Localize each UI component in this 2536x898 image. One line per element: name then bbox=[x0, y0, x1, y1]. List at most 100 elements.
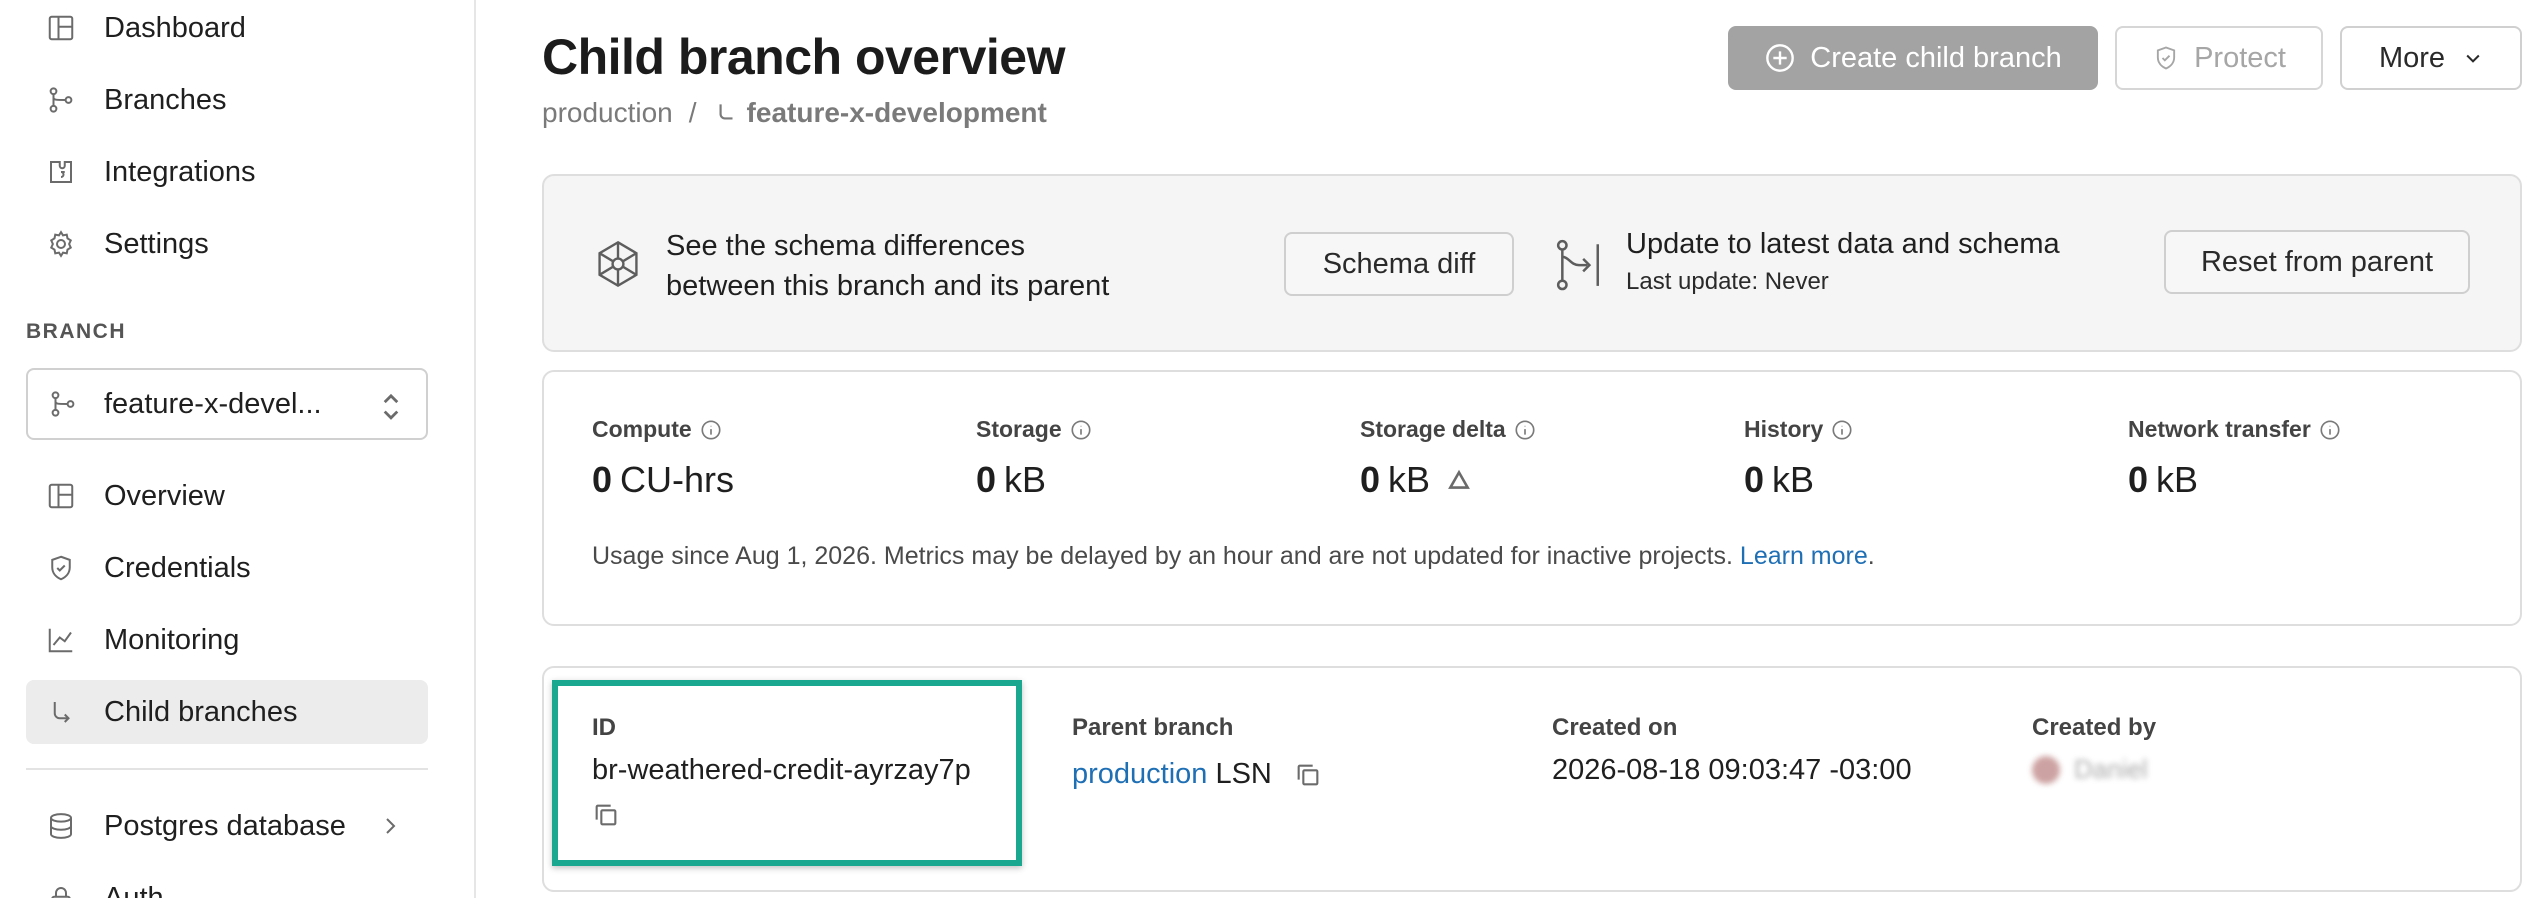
metric-unit: kB bbox=[2156, 459, 2199, 500]
chart-icon bbox=[44, 623, 78, 657]
grid-icon bbox=[44, 479, 78, 513]
parent-branch-field: Parent branch production LSN bbox=[1072, 714, 1322, 791]
protect-label: Protect bbox=[2194, 41, 2286, 74]
sidebar-item-integrations[interactable]: Integrations bbox=[26, 140, 428, 204]
metric-network-transfer: Network transfer 0 kB bbox=[2128, 416, 2341, 501]
sidebar-item-label: Auth bbox=[104, 881, 164, 898]
parent-branch-label: Parent branch bbox=[1072, 714, 1234, 741]
created-on-label: Created on bbox=[1552, 714, 1678, 741]
schema-diff-button[interactable]: Schema diff bbox=[1284, 232, 1514, 296]
breadcrumb-current-label: feature-x-development bbox=[746, 97, 1047, 128]
usage-card: Compute 0 CU-hrs Storage 0 kB Storage delt… bbox=[542, 370, 2522, 626]
sidebar-item-auth[interactable]: Auth bbox=[26, 866, 428, 898]
create-child-branch-button[interactable]: Create child branch bbox=[1728, 26, 2098, 90]
info-icon[interactable] bbox=[1070, 419, 1092, 441]
more-button[interactable]: More bbox=[2340, 26, 2522, 90]
branch-icon bbox=[48, 389, 78, 419]
sidebar-item-label: Monitoring bbox=[104, 623, 240, 656]
sidebar-item-dashboard[interactable]: Dashboard bbox=[26, 0, 428, 60]
shield-icon bbox=[44, 551, 78, 585]
metric-label: Compute bbox=[592, 416, 692, 442]
child-branch-icon bbox=[719, 104, 733, 120]
sidebar-item-overview[interactable]: Overview bbox=[26, 464, 428, 528]
usage-note-text: Usage since Aug 1, 2026. Metrics may be … bbox=[592, 542, 1733, 570]
info-icon[interactable] bbox=[700, 419, 722, 441]
child-branch-icon bbox=[44, 695, 78, 729]
metric-storage: Storage 0 kB bbox=[976, 416, 1092, 501]
parent-lsn: LSN bbox=[1215, 758, 1272, 790]
delta-icon bbox=[1448, 469, 1470, 489]
sidebar-item-settings[interactable]: Settings bbox=[26, 212, 428, 276]
more-label: More bbox=[2378, 41, 2446, 74]
info-icon[interactable] bbox=[1831, 419, 1853, 441]
copy-icon[interactable] bbox=[592, 801, 620, 829]
branch-section-label: BRANCH bbox=[26, 320, 126, 343]
metric-value: 0 bbox=[2128, 459, 2149, 500]
sidebar-item-child-branches[interactable]: Child branches bbox=[26, 680, 428, 744]
update-title: Update to latest data and schema bbox=[1626, 228, 2060, 260]
breadcrumb-parent-link[interactable]: production bbox=[542, 97, 673, 129]
branch-selector-value: feature-x-devel... bbox=[104, 387, 322, 420]
avatar bbox=[2032, 755, 2060, 784]
breadcrumb: production / feature-x-development bbox=[542, 97, 1047, 129]
parent-branch-link[interactable]: production bbox=[1072, 758, 1207, 791]
chevron-down-icon bbox=[2466, 54, 2480, 63]
metric-unit: kB bbox=[1772, 459, 1815, 500]
page-title: Child branch overview bbox=[542, 29, 1065, 85]
lock-icon bbox=[44, 881, 78, 898]
schema-diff-card: See the schema differences between this … bbox=[542, 174, 2522, 352]
sidebar: Dashboard Branches Integrations Settings… bbox=[0, 0, 476, 898]
metric-label: Storage delta bbox=[1360, 416, 1506, 442]
info-icon[interactable] bbox=[2319, 419, 2341, 441]
sidebar-item-monitoring[interactable]: Monitoring bbox=[26, 608, 428, 672]
metric-value: 0 bbox=[1744, 459, 1765, 500]
chevron-updown-icon bbox=[380, 388, 402, 424]
metric-history: History 0 kB bbox=[1744, 416, 1853, 501]
learn-more-link[interactable]: Learn more bbox=[1740, 542, 1868, 570]
branch-selector[interactable]: feature-x-devel... bbox=[26, 368, 428, 440]
metric-unit: kB bbox=[1388, 459, 1431, 500]
sidebar-divider bbox=[26, 768, 428, 770]
schema-diff-description: See the schema differences between this … bbox=[666, 226, 1109, 306]
sidebar-item-credentials[interactable]: Credentials bbox=[26, 536, 428, 600]
shield-icon bbox=[2156, 46, 2176, 70]
sidebar-item-branches[interactable]: Branches bbox=[26, 68, 428, 132]
metric-label: History bbox=[1744, 416, 1824, 442]
metric-unit: CU-hrs bbox=[620, 459, 735, 500]
plus-circle-icon bbox=[1766, 44, 1795, 72]
gear-icon bbox=[44, 227, 78, 261]
sidebar-item-label: Child branches bbox=[104, 695, 298, 728]
update-merge-icon bbox=[1554, 238, 1604, 291]
branch-icon bbox=[44, 83, 78, 117]
metric-value: 0 bbox=[976, 459, 997, 500]
created-by-name: Daniel bbox=[2074, 754, 2148, 784]
copy-icon[interactable] bbox=[1294, 761, 1322, 789]
sidebar-item-postgres-database[interactable]: Postgres database bbox=[26, 794, 428, 858]
created-by-label: Created by bbox=[2032, 714, 2157, 741]
branch-id-field: ID br-weathered-credit-ayrzay7p bbox=[592, 714, 971, 834]
protect-button[interactable]: Protect bbox=[2115, 26, 2323, 90]
puzzle-icon bbox=[44, 155, 78, 189]
created-on-field: Created on 2026-08-18 09:03:47 -03:00 bbox=[1552, 714, 1912, 787]
database-icon bbox=[44, 809, 78, 843]
schema-diff-line-2: between this branch and its parent bbox=[666, 270, 1110, 302]
sidebar-item-label: Dashboard bbox=[104, 11, 246, 44]
grid-icon bbox=[44, 11, 78, 45]
metric-compute: Compute 0 CU-hrs bbox=[592, 416, 734, 501]
usage-note-end: . bbox=[1867, 542, 1875, 570]
metric-label: Storage bbox=[976, 416, 1062, 442]
created-on-value: 2026-08-18 09:03:47 -03:00 bbox=[1552, 754, 1912, 786]
metric-storage-delta: Storage delta 0 kB bbox=[1360, 416, 1536, 501]
usage-note: Usage since Aug 1, 2026. Metrics may be … bbox=[592, 542, 1875, 571]
metric-value: 0 bbox=[592, 459, 613, 500]
sidebar-item-label: Integrations bbox=[104, 155, 256, 188]
schema-diff-line-1: See the schema differences bbox=[666, 230, 1025, 262]
created-by-field: Created by Daniel bbox=[2032, 714, 2156, 785]
chevron-right-icon bbox=[378, 814, 402, 838]
last-update-text: Last update: Never bbox=[1626, 268, 1829, 295]
info-icon[interactable] bbox=[1514, 419, 1536, 441]
reset-from-parent-button[interactable]: Reset from parent bbox=[2164, 230, 2470, 294]
created-by-user: Daniel bbox=[2032, 754, 2156, 785]
metric-unit: kB bbox=[1004, 459, 1047, 500]
branch-info-card: ID br-weathered-credit-ayrzay7p Parent b… bbox=[542, 666, 2522, 892]
